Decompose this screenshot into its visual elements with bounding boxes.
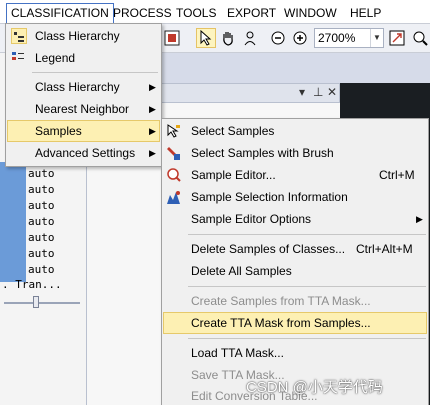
menu-item-label: Class Hierarchy [35, 29, 120, 43]
pin-icon[interactable]: ⊥ [313, 85, 323, 99]
chevron-right-icon: ▶ [416, 214, 423, 224]
menu-window[interactable]: WINDOW [279, 4, 342, 22]
legend-icon [11, 50, 27, 66]
brush-icon [166, 145, 182, 161]
menu-item-advanced-settings[interactable]: Advanced Settings ▶ [7, 142, 160, 164]
menu-item-legend[interactable]: Legend [7, 47, 160, 69]
menu-help[interactable]: HELP [345, 4, 386, 22]
zoom-in-icon[interactable] [290, 28, 310, 48]
menu-item-create-tta-mask[interactable]: Create TTA Mask from Samples... [163, 312, 427, 334]
zoom-value: 2700% [318, 31, 356, 45]
menu-item-select-samples-brush[interactable]: Select Samples with Brush [163, 142, 427, 164]
select-samples-icon [166, 123, 182, 139]
menu-item-selection-information[interactable]: Sample Selection Information [163, 186, 427, 208]
menu-item-label: Sample Editor Options [191, 212, 312, 226]
pointer-tool-icon[interactable] [196, 28, 216, 48]
classification-menu: Class Hierarchy Legend Class Hierarchy ▶… [5, 23, 162, 167]
watermark: CSDN @小天学代码 [246, 379, 383, 396]
slider-track[interactable] [4, 302, 80, 304]
close-icon[interactable]: ✕ [327, 85, 337, 99]
menu-separator [188, 234, 426, 235]
menu-item-nearest-neighbor[interactable]: Nearest Neighbor ▶ [7, 98, 160, 120]
left-panel-selection [0, 162, 26, 282]
menu-item-label: Advanced Settings [35, 146, 136, 160]
sample-editor-icon [166, 167, 182, 183]
list-item: auto [28, 215, 55, 228]
menu-separator [188, 286, 426, 287]
menu-item-label: Delete Samples of Classes... [191, 242, 346, 256]
zoom-out-icon[interactable] [268, 28, 288, 48]
dropdown-icon[interactable]: ▾ [299, 85, 305, 99]
menu-separator [188, 338, 426, 339]
menu-item-label: Create Samples from TTA Mask... [191, 294, 371, 308]
menu-item-samples[interactable]: Samples ▶ [7, 120, 160, 142]
zoom-tool-icon[interactable] [410, 28, 430, 48]
menu-item-label: Select Samples with Brush [191, 146, 334, 160]
menu-item-delete-samples-of-classes[interactable]: Delete Samples of Classes... Ctrl+Alt+M [163, 238, 427, 260]
chevron-right-icon: ▶ [149, 104, 156, 114]
chevron-right-icon: ▶ [149, 126, 156, 136]
class-hierarchy-icon [11, 28, 27, 44]
chevron-down-icon[interactable]: ▼ [370, 29, 383, 47]
menu-export[interactable]: EXPORT [222, 4, 281, 22]
menu-item-label: Legend [35, 51, 76, 65]
menu-item-sample-editor-options[interactable]: Sample Editor Options ▶ [163, 208, 427, 230]
menu-item-class-hierarchy-sub[interactable]: Class Hierarchy ▶ [7, 76, 160, 98]
slider-thumb[interactable] [33, 296, 39, 308]
shortcut-label: Ctrl+M [379, 168, 415, 182]
list-item: auto [28, 263, 55, 276]
menu-item-label: Sample Selection Information [191, 190, 348, 204]
menu-item-label: Class Hierarchy [35, 80, 120, 94]
menu-item-load-tta-mask[interactable]: Load TTA Mask... [163, 342, 427, 364]
samples-submenu: Select Samples Select Samples with Brush… [161, 118, 429, 405]
zoom-select[interactable]: 2700% ▼ [314, 28, 384, 48]
menu-item-label: Sample Editor... [191, 168, 276, 182]
menu-separator [32, 72, 158, 73]
grid-toggle-icon[interactable] [162, 28, 182, 48]
list-item: auto [28, 231, 55, 244]
selection-info-icon [166, 189, 182, 205]
menu-item-label: Load TTA Mask... [191, 346, 284, 360]
list-item: auto [28, 247, 55, 260]
zoom-to-fit-icon[interactable] [387, 28, 407, 48]
menu-item-label: Select Samples [191, 124, 275, 138]
user-tool-icon[interactable] [240, 28, 260, 48]
menu-item-label: Create TTA Mask from Samples... [191, 316, 371, 330]
menu-item-sample-editor[interactable]: Sample Editor... Ctrl+M [163, 164, 427, 186]
menu-bar: CLASSIFICATION PROCESS TOOLS EXPORT WIND… [0, 0, 430, 24]
list-item: auto [28, 199, 55, 212]
chevron-right-icon: ▶ [149, 82, 156, 92]
menu-item-select-samples[interactable]: Select Samples [163, 120, 427, 142]
menu-item-delete-all-samples[interactable]: Delete All Samples [163, 260, 427, 282]
list-item: auto [28, 183, 55, 196]
menu-item-label: Delete All Samples [191, 264, 292, 278]
menu-process[interactable]: PROCESS [108, 4, 177, 22]
menu-classification[interactable]: CLASSIFICATION [6, 3, 114, 24]
menu-item-class-hierarchy[interactable]: Class Hierarchy [7, 25, 160, 47]
menu-tools[interactable]: TOOLS [171, 4, 221, 22]
auto-list: auto auto auto auto auto auto auto [28, 166, 55, 278]
pan-tool-icon[interactable] [218, 28, 238, 48]
menu-item-create-samples-from-tta: Create Samples from TTA Mask... [163, 290, 427, 312]
list-item: auto [28, 167, 55, 180]
shortcut-label: Ctrl+Alt+M [356, 242, 413, 256]
chevron-right-icon: ▶ [149, 148, 156, 158]
menu-item-label: Nearest Neighbor [35, 102, 130, 116]
tran-label: . Tran... [2, 278, 62, 291]
menu-item-label: Samples [35, 124, 82, 138]
